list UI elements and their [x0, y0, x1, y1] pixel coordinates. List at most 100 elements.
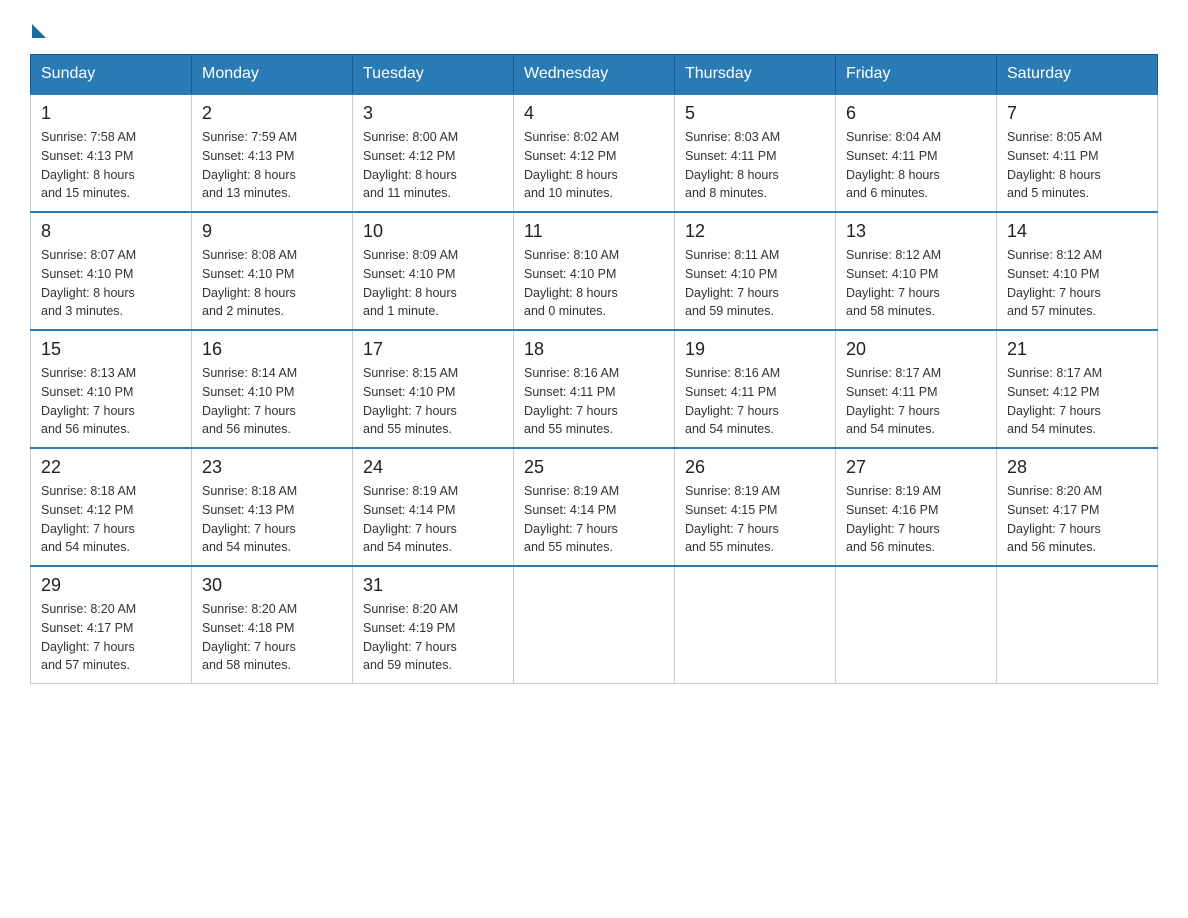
day-info: Sunrise: 8:18 AMSunset: 4:13 PMDaylight:…: [202, 484, 297, 554]
calendar-table: SundayMondayTuesdayWednesdayThursdayFrid…: [30, 54, 1158, 684]
calendar-cell: 22 Sunrise: 8:18 AMSunset: 4:12 PMDaylig…: [31, 448, 192, 566]
page-header: [30, 20, 1158, 34]
day-number: 31: [363, 575, 503, 596]
calendar-cell: 17 Sunrise: 8:15 AMSunset: 4:10 PMDaylig…: [353, 330, 514, 448]
calendar-cell: 28 Sunrise: 8:20 AMSunset: 4:17 PMDaylig…: [997, 448, 1158, 566]
calendar-cell: [997, 566, 1158, 684]
day-info: Sunrise: 8:07 AMSunset: 4:10 PMDaylight:…: [41, 248, 136, 318]
day-number: 25: [524, 457, 664, 478]
day-info: Sunrise: 8:00 AMSunset: 4:12 PMDaylight:…: [363, 130, 458, 200]
calendar-cell: 8 Sunrise: 8:07 AMSunset: 4:10 PMDayligh…: [31, 212, 192, 330]
day-info: Sunrise: 7:58 AMSunset: 4:13 PMDaylight:…: [41, 130, 136, 200]
calendar-cell: 18 Sunrise: 8:16 AMSunset: 4:11 PMDaylig…: [514, 330, 675, 448]
day-info: Sunrise: 8:12 AMSunset: 4:10 PMDaylight:…: [1007, 248, 1102, 318]
day-number: 26: [685, 457, 825, 478]
logo-arrow-icon: [32, 24, 46, 38]
day-number: 7: [1007, 103, 1147, 124]
day-info: Sunrise: 8:20 AMSunset: 4:17 PMDaylight:…: [41, 602, 136, 672]
day-number: 11: [524, 221, 664, 242]
day-number: 30: [202, 575, 342, 596]
weekday-header-monday: Monday: [192, 55, 353, 95]
day-info: Sunrise: 8:20 AMSunset: 4:17 PMDaylight:…: [1007, 484, 1102, 554]
calendar-cell: 6 Sunrise: 8:04 AMSunset: 4:11 PMDayligh…: [836, 94, 997, 212]
calendar-cell: 21 Sunrise: 8:17 AMSunset: 4:12 PMDaylig…: [997, 330, 1158, 448]
day-info: Sunrise: 8:19 AMSunset: 4:16 PMDaylight:…: [846, 484, 941, 554]
day-number: 3: [363, 103, 503, 124]
day-info: Sunrise: 8:02 AMSunset: 4:12 PMDaylight:…: [524, 130, 619, 200]
calendar-week-row: 1 Sunrise: 7:58 AMSunset: 4:13 PMDayligh…: [31, 94, 1158, 212]
weekday-header-friday: Friday: [836, 55, 997, 95]
calendar-cell: 24 Sunrise: 8:19 AMSunset: 4:14 PMDaylig…: [353, 448, 514, 566]
logo: [30, 20, 46, 34]
calendar-cell: 26 Sunrise: 8:19 AMSunset: 4:15 PMDaylig…: [675, 448, 836, 566]
day-number: 5: [685, 103, 825, 124]
day-info: Sunrise: 8:03 AMSunset: 4:11 PMDaylight:…: [685, 130, 780, 200]
calendar-week-row: 29 Sunrise: 8:20 AMSunset: 4:17 PMDaylig…: [31, 566, 1158, 684]
weekday-header-saturday: Saturday: [997, 55, 1158, 95]
day-number: 2: [202, 103, 342, 124]
day-number: 14: [1007, 221, 1147, 242]
calendar-cell: 5 Sunrise: 8:03 AMSunset: 4:11 PMDayligh…: [675, 94, 836, 212]
day-info: Sunrise: 8:20 AMSunset: 4:18 PMDaylight:…: [202, 602, 297, 672]
day-info: Sunrise: 8:08 AMSunset: 4:10 PMDaylight:…: [202, 248, 297, 318]
day-info: Sunrise: 8:19 AMSunset: 4:14 PMDaylight:…: [524, 484, 619, 554]
day-number: 6: [846, 103, 986, 124]
calendar-cell: 23 Sunrise: 8:18 AMSunset: 4:13 PMDaylig…: [192, 448, 353, 566]
day-info: Sunrise: 8:16 AMSunset: 4:11 PMDaylight:…: [524, 366, 619, 436]
calendar-cell: 27 Sunrise: 8:19 AMSunset: 4:16 PMDaylig…: [836, 448, 997, 566]
weekday-header-row: SundayMondayTuesdayWednesdayThursdayFrid…: [31, 55, 1158, 95]
calendar-week-row: 15 Sunrise: 8:13 AMSunset: 4:10 PMDaylig…: [31, 330, 1158, 448]
weekday-header-tuesday: Tuesday: [353, 55, 514, 95]
day-info: Sunrise: 8:16 AMSunset: 4:11 PMDaylight:…: [685, 366, 780, 436]
day-number: 24: [363, 457, 503, 478]
day-info: Sunrise: 8:09 AMSunset: 4:10 PMDaylight:…: [363, 248, 458, 318]
day-info: Sunrise: 8:19 AMSunset: 4:15 PMDaylight:…: [685, 484, 780, 554]
day-number: 21: [1007, 339, 1147, 360]
calendar-cell: 7 Sunrise: 8:05 AMSunset: 4:11 PMDayligh…: [997, 94, 1158, 212]
day-number: 4: [524, 103, 664, 124]
calendar-cell: 13 Sunrise: 8:12 AMSunset: 4:10 PMDaylig…: [836, 212, 997, 330]
day-number: 8: [41, 221, 181, 242]
day-number: 18: [524, 339, 664, 360]
calendar-week-row: 8 Sunrise: 8:07 AMSunset: 4:10 PMDayligh…: [31, 212, 1158, 330]
day-number: 12: [685, 221, 825, 242]
day-info: Sunrise: 8:13 AMSunset: 4:10 PMDaylight:…: [41, 366, 136, 436]
day-number: 19: [685, 339, 825, 360]
day-info: Sunrise: 8:18 AMSunset: 4:12 PMDaylight:…: [41, 484, 136, 554]
calendar-cell: 16 Sunrise: 8:14 AMSunset: 4:10 PMDaylig…: [192, 330, 353, 448]
day-info: Sunrise: 8:11 AMSunset: 4:10 PMDaylight:…: [685, 248, 779, 318]
day-number: 9: [202, 221, 342, 242]
day-number: 23: [202, 457, 342, 478]
calendar-cell: [514, 566, 675, 684]
day-info: Sunrise: 8:05 AMSunset: 4:11 PMDaylight:…: [1007, 130, 1102, 200]
calendar-cell: 9 Sunrise: 8:08 AMSunset: 4:10 PMDayligh…: [192, 212, 353, 330]
calendar-cell: 19 Sunrise: 8:16 AMSunset: 4:11 PMDaylig…: [675, 330, 836, 448]
day-info: Sunrise: 8:19 AMSunset: 4:14 PMDaylight:…: [363, 484, 458, 554]
day-info: Sunrise: 8:12 AMSunset: 4:10 PMDaylight:…: [846, 248, 941, 318]
weekday-header-thursday: Thursday: [675, 55, 836, 95]
weekday-header-sunday: Sunday: [31, 55, 192, 95]
day-number: 16: [202, 339, 342, 360]
calendar-cell: 15 Sunrise: 8:13 AMSunset: 4:10 PMDaylig…: [31, 330, 192, 448]
calendar-cell: 31 Sunrise: 8:20 AMSunset: 4:19 PMDaylig…: [353, 566, 514, 684]
calendar-week-row: 22 Sunrise: 8:18 AMSunset: 4:12 PMDaylig…: [31, 448, 1158, 566]
calendar-cell: 14 Sunrise: 8:12 AMSunset: 4:10 PMDaylig…: [997, 212, 1158, 330]
day-number: 20: [846, 339, 986, 360]
calendar-cell: 29 Sunrise: 8:20 AMSunset: 4:17 PMDaylig…: [31, 566, 192, 684]
calendar-cell: [675, 566, 836, 684]
day-number: 22: [41, 457, 181, 478]
day-info: Sunrise: 8:15 AMSunset: 4:10 PMDaylight:…: [363, 366, 458, 436]
calendar-cell: 2 Sunrise: 7:59 AMSunset: 4:13 PMDayligh…: [192, 94, 353, 212]
calendar-cell: 3 Sunrise: 8:00 AMSunset: 4:12 PMDayligh…: [353, 94, 514, 212]
calendar-cell: [836, 566, 997, 684]
weekday-header-wednesday: Wednesday: [514, 55, 675, 95]
calendar-cell: 20 Sunrise: 8:17 AMSunset: 4:11 PMDaylig…: [836, 330, 997, 448]
calendar-cell: 4 Sunrise: 8:02 AMSunset: 4:12 PMDayligh…: [514, 94, 675, 212]
day-info: Sunrise: 8:17 AMSunset: 4:12 PMDaylight:…: [1007, 366, 1102, 436]
calendar-cell: 12 Sunrise: 8:11 AMSunset: 4:10 PMDaylig…: [675, 212, 836, 330]
calendar-cell: 11 Sunrise: 8:10 AMSunset: 4:10 PMDaylig…: [514, 212, 675, 330]
day-number: 15: [41, 339, 181, 360]
day-number: 27: [846, 457, 986, 478]
day-number: 10: [363, 221, 503, 242]
day-number: 17: [363, 339, 503, 360]
